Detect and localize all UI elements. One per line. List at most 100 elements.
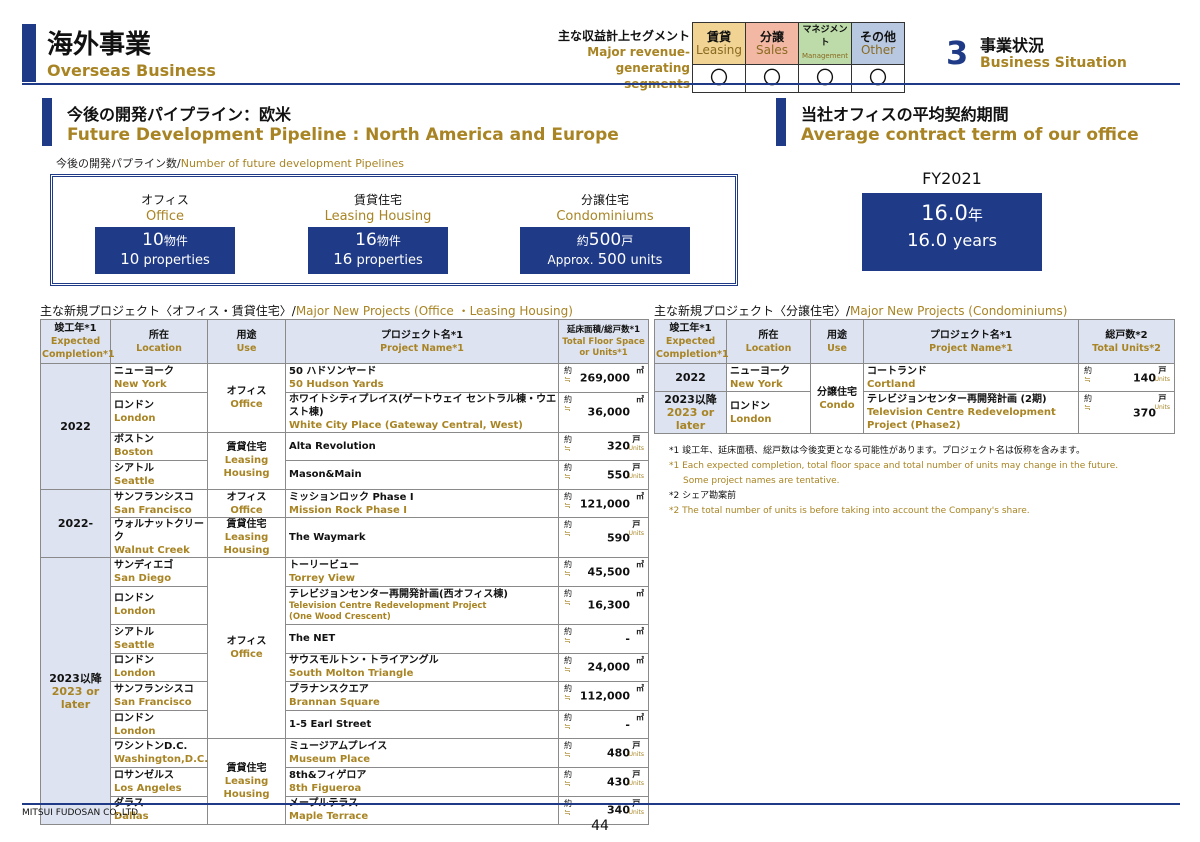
value-number: 320: [607, 439, 630, 453]
project-name-cell: ブラナンスクエア Brannan Square: [285, 681, 559, 711]
approx-marker: 約≒: [1084, 394, 1092, 412]
table-row: ロンドン London ホワイトシティプレイス(ゲートウェイ セントラル棟・ウエスト…: [41, 391, 649, 433]
value-number: 480: [607, 746, 630, 760]
footnote-2-jp: *2 シェア勘案前: [669, 491, 737, 501]
project-name-cell: Mason&Main: [285, 460, 559, 490]
location-cell: ロンドン London: [110, 709, 208, 740]
table-row: ロサンゼルス Los Angeles 8th&フィゲロア 8th Figueroa 約 ≒…: [41, 766, 649, 797]
value-cell: 約 ≒ 112,000 ㎡: [558, 681, 649, 711]
value-number: 340: [607, 803, 630, 817]
project-name-cell: コートランド Cortland: [863, 363, 1079, 392]
table-row: 2022- サンフランシスコ San Francisco オフィス Office ミッショ…: [40, 488, 649, 559]
pipeline-heading-bar: [42, 98, 52, 146]
value-unit: 戸Units: [628, 520, 644, 538]
section-number: 3: [946, 34, 969, 72]
location-cell: サンフランシスコ San Francisco: [110, 488, 208, 519]
approx-marker: 約≒: [564, 434, 572, 453]
value-number: 590: [607, 531, 630, 545]
location-cell: ロンドン London: [110, 652, 208, 683]
location-cell: ロンドン London: [110, 585, 208, 625]
table-row: シアトル Seattle Mason&Main 約 ≒ 550 戸 Units: [41, 460, 649, 490]
project-name-cell: サウスモルトン・トライアングル South Molton Triangle: [285, 652, 559, 683]
location-cell: ロンドン London: [726, 391, 811, 434]
segment-sales: 分譲 Sales: [745, 22, 799, 65]
value-number: -: [625, 718, 630, 732]
pipeline-office: オフィス Office 10物件 10 properties: [95, 191, 235, 274]
value-cell: 約 ≒ 430 戸 Units: [558, 766, 649, 797]
approx-marker: 約≒: [564, 463, 572, 482]
table-row: ロンドン London 1-5 Earl Street 約 ≒ - ㎡: [41, 709, 649, 740]
table-row: ワシントンD.C. Washington,D.C. 賃貸住宅 Leasing Hous…: [41, 738, 649, 826]
page-title: 海外事業: [47, 30, 152, 60]
value-cell: 約 ≒ 590 戸 Units: [558, 517, 649, 559]
use-cell: オフィス Office: [207, 363, 286, 433]
location-cell: シアトル Seattle: [110, 460, 208, 490]
value-unit: 戸Units: [1154, 366, 1170, 383]
condo-col-header-location: 所在 Location: [726, 319, 811, 364]
pipeline-office-count: 10物件 10 properties: [95, 227, 235, 274]
project-name-cell: メープルテラスMaple Terrace: [285, 795, 559, 826]
col-header-use: 用途 Use: [207, 319, 286, 364]
use-cell: 賃貸住宅 Leasing Housing: [207, 517, 286, 559]
project-name-cell: Alta Revolution: [285, 431, 559, 462]
value-unit: ㎡: [636, 626, 644, 636]
project-name-cell: The NET: [285, 623, 559, 654]
value-unit: ㎡: [636, 588, 644, 598]
table-row: 2023以降 2023 or later サンディエゴ San Diego オフィス Of…: [40, 557, 649, 826]
value-unit: 戸Units: [628, 799, 644, 816]
value-number: 16,300: [587, 598, 630, 612]
project-name-cell: 8th&フィゲロア 8th Figueroa: [285, 766, 559, 797]
footnotes: *1 竣工年、延床面積、総戸数は今後変更となる可能性があります。プロジェクト名は…: [669, 444, 1118, 519]
value-cell: 約 ≒ 45,500 ㎡: [558, 557, 649, 587]
pipeline-condominiums: 分譲住宅 Condominiums 約500戸 Approx. 500 unit…: [520, 191, 690, 274]
location-cell: シアトル Seattle: [110, 623, 208, 654]
use-cell: オフィス Office: [207, 488, 286, 519]
project-name-cell: ミュージアムプレイス Museum Place: [285, 738, 559, 768]
approx-marker: 約≒: [564, 655, 572, 674]
location-cell: ワシントンD.C. Washington,D.C.: [110, 738, 208, 768]
table-row: ロンドン London サウスモルトン・トライアングル South Molton Tr…: [41, 652, 649, 683]
value-unit: 戸Units: [628, 741, 644, 759]
value-number: 269,000: [579, 371, 630, 385]
value-number: -: [625, 632, 630, 646]
approx-marker: 約≒: [564, 799, 572, 817]
use-cell: 賃貸住宅 Leasing Housing: [207, 738, 286, 826]
approx-marker: 約≒: [564, 684, 572, 703]
value-unit: 戸Units: [628, 769, 644, 787]
col-header-year: 竣工年*1 Expected Completion*1: [40, 319, 115, 364]
value-cell: 約 ≒ 121,000 ㎡: [558, 488, 649, 519]
value-cell: 約 ≒ - ㎡: [558, 709, 649, 740]
location-cell: ニューヨーク New York: [110, 363, 208, 393]
value-cell: 約 ≒ 550 戸 Units: [558, 460, 649, 490]
project-name-cell: 1-5 Earl Street: [285, 709, 559, 740]
year-cell: 2022: [40, 363, 111, 490]
approx-marker: 約≒: [564, 366, 572, 384]
value-unit: ㎡: [636, 684, 644, 694]
section-title-jp: 事業状況: [980, 36, 1045, 55]
company-name: MITSUI FUDOSAN CO.,LTD: [22, 808, 139, 818]
segment-management-mark: 〇: [798, 64, 852, 93]
value-unit: 戸Units: [628, 463, 644, 481]
approx-marker: 約≒: [564, 769, 572, 788]
approx-marker: 約≒: [564, 712, 572, 731]
value-number: 45,500: [587, 565, 630, 579]
office-table-title: 主な新規プロジェクト〈オフィス・賃貸住宅〉/Major New Projects…: [40, 304, 573, 318]
value-number: 140: [1133, 371, 1156, 384]
value-unit: ㎡: [636, 366, 644, 375]
project-name-cell: ホワイトシティプレイス(ゲートウェイ セントラル棟・ウエスト棟) White Ci…: [285, 391, 559, 433]
year-cell: 2023以降 2023 or later: [654, 391, 727, 434]
value-unit: ㎡: [636, 491, 644, 501]
pipeline-condo-count: 約500戸 Approx. 500 units: [520, 227, 690, 274]
col-header-floor-space: 延床面積/総戸数*1 Total Floor Space or Units*1: [558, 319, 649, 364]
page-subtitle: Overseas Business: [47, 61, 216, 80]
value-number: 550: [607, 468, 630, 482]
value-number: 121,000: [579, 497, 630, 511]
footnote-1-en2: Some project names are tentative.: [683, 476, 840, 486]
value-cell: 約 ≒ 269,000 ㎡: [558, 363, 649, 393]
project-name-cell: 50 ハドソンヤード 50 Hudson Yards: [285, 363, 559, 393]
use-cell: 分譲住宅 Condo: [810, 363, 864, 434]
condo-col-header-year: 竣工年*1 Expected Completion*1: [654, 319, 729, 364]
table-row: 2023以降 2023 or later ロンドン London テレビジョンセンター再…: [654, 391, 1175, 434]
footnote-2-en: *2 The total number of units is before t…: [669, 506, 1030, 516]
segment-sales-mark: 〇: [745, 64, 799, 93]
